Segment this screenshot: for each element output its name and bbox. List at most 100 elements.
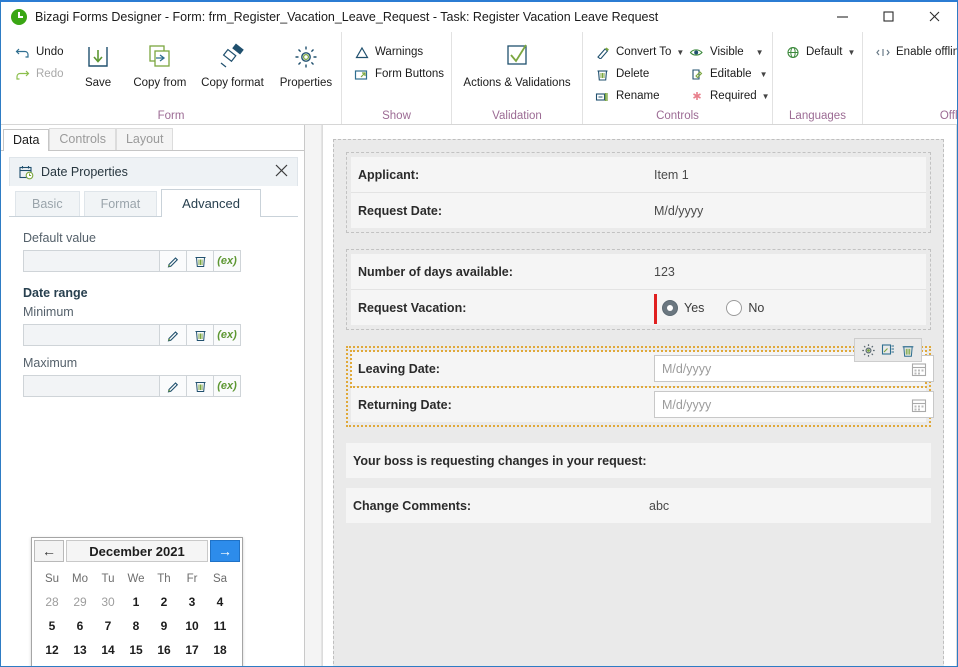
calendar-day[interactable]: 7	[94, 614, 122, 638]
calendar-day[interactable]: 18	[206, 638, 234, 662]
minimize-icon[interactable]	[819, 2, 865, 31]
trash-icon[interactable]	[898, 340, 918, 360]
copy-from-label: Copy from	[133, 77, 187, 89]
calendar-day[interactable]: 23	[150, 662, 178, 666]
calendar-day[interactable]: 10	[178, 614, 206, 638]
default-language-button[interactable]: Default ▼	[777, 41, 862, 63]
edit-pencil-icon[interactable]	[159, 251, 186, 271]
minimum-field[interactable]: (ex)	[23, 324, 241, 346]
form-canvas[interactable]: Applicant: Item 1 Request Date: M/d/yyyy…	[322, 125, 957, 666]
tab-advanced[interactable]: Advanced	[161, 189, 261, 217]
form-row-leaving-date[interactable]: Leaving Date: M/d/yyyy	[350, 338, 934, 388]
warnings-button[interactable]: Warnings	[346, 41, 451, 63]
tab-format[interactable]: Format	[83, 191, 158, 216]
expression-icon[interactable]: (ex)	[213, 251, 240, 271]
calendar-day[interactable]: 20	[66, 662, 94, 666]
enable-offline-button[interactable]: Enable offlin	[867, 41, 957, 63]
tab-controls[interactable]: Controls	[49, 128, 116, 150]
form-group-dates[interactable]: Leaving Date: M/d/yyyy Returning Date: M…	[346, 338, 934, 427]
calendar-day[interactable]: 5	[38, 614, 66, 638]
edit-pencil-icon[interactable]	[159, 325, 186, 345]
maximum-input[interactable]	[24, 376, 159, 396]
copy-from-button[interactable]: Copy from	[126, 38, 194, 89]
form-row-days-available[interactable]: Number of days available: 123	[351, 254, 926, 290]
calendar-day[interactable]: 17	[178, 638, 206, 662]
form-row-boss-message[interactable]: Your boss is requesting changes in your …	[346, 443, 931, 478]
visible-button[interactable]: Visible ▼	[681, 41, 773, 63]
calendar-day[interactable]: 6	[66, 614, 94, 638]
calendar-day[interactable]: 1	[122, 590, 150, 614]
calendar-day[interactable]: 12	[38, 638, 66, 662]
calendar-day[interactable]: 30	[94, 590, 122, 614]
calendar-day[interactable]: 22	[122, 662, 150, 666]
expression-icon[interactable]: (ex)	[213, 325, 240, 345]
form-row-change-comments[interactable]: Change Comments: abc	[346, 488, 931, 523]
form-group-comments[interactable]: Your boss is requesting changes in your …	[346, 443, 931, 523]
form-group-applicant[interactable]: Applicant: Item 1 Request Date: M/d/yyyy	[346, 152, 931, 233]
calendar-day[interactable]: 25	[206, 662, 234, 666]
calendar-day[interactable]: 15	[122, 638, 150, 662]
actions-validations-button[interactable]: Actions & Validations	[452, 38, 582, 89]
trash-icon[interactable]	[186, 251, 213, 271]
rename-button[interactable]: Rename	[587, 85, 681, 107]
default-value-field[interactable]: (ex)	[23, 250, 241, 272]
radio-no[interactable]	[726, 299, 743, 316]
tab-data[interactable]: Data	[3, 129, 50, 151]
calendar-day[interactable]: 8	[122, 614, 150, 638]
tab-layout[interactable]: Layout	[115, 128, 174, 150]
change-comments-label: Change Comments:	[353, 498, 472, 513]
calendar-day[interactable]: 9	[150, 614, 178, 638]
trash-icon[interactable]	[186, 325, 213, 345]
convert-to-button[interactable]: Convert To ▼	[587, 41, 684, 63]
form-row-returning-date[interactable]: Returning Date: M/d/yyyy	[351, 387, 934, 422]
radio-yes[interactable]	[662, 299, 678, 316]
close-icon[interactable]	[911, 2, 957, 31]
tab-basic[interactable]: Basic	[15, 191, 80, 216]
calendar-prev-month-button[interactable]: ←	[34, 540, 64, 562]
calendar-icon[interactable]	[911, 361, 927, 380]
redo-button[interactable]: Redo	[7, 63, 71, 85]
calendar-icon[interactable]	[911, 397, 927, 416]
calendar-day[interactable]: 4	[206, 590, 234, 614]
form-group-vacation[interactable]: Number of days available: 123 Request Va…	[346, 249, 931, 330]
form-row-request-vacation[interactable]: Request Vacation: Yes No	[351, 290, 926, 325]
form-row-applicant[interactable]: Applicant: Item 1	[351, 157, 926, 193]
calendar-day[interactable]: 14	[94, 638, 122, 662]
copy-format-button[interactable]: Copy format	[194, 38, 271, 89]
maximum-field[interactable]: (ex)	[23, 375, 241, 397]
calendar-day[interactable]: 3	[178, 590, 206, 614]
trash-icon[interactable]	[186, 376, 213, 396]
properties-button[interactable]: Properties	[271, 38, 341, 89]
close-icon[interactable]	[274, 163, 289, 181]
calendar-day[interactable]: 16	[150, 638, 178, 662]
control-toolbar[interactable]	[854, 338, 922, 362]
calendar-day[interactable]: 11	[206, 614, 234, 638]
undo-icon	[14, 45, 31, 60]
default-value-input[interactable]	[24, 251, 159, 271]
calendar-week-row: 5 6 7 8 9 10 11	[38, 614, 236, 638]
edit-pencil-icon[interactable]	[159, 376, 186, 396]
request-vacation-radio-group[interactable]: Yes No	[654, 293, 786, 324]
undo-button[interactable]: Undo	[7, 41, 71, 63]
editable-button[interactable]: Editable ▼	[681, 63, 773, 85]
calendar-day[interactable]: 2	[150, 590, 178, 614]
calendar-day[interactable]: 28	[38, 590, 66, 614]
calendar-day[interactable]: 13	[66, 638, 94, 662]
calendar-title[interactable]: December 2021	[66, 540, 208, 562]
gear-icon[interactable]	[858, 340, 878, 360]
delete-button[interactable]: Delete	[587, 63, 681, 85]
calendar-day[interactable]: 21	[94, 662, 122, 666]
returning-date-input[interactable]: M/d/yyyy	[654, 391, 934, 418]
save-button[interactable]: Save	[71, 38, 126, 89]
calendar-day[interactable]: 29	[66, 590, 94, 614]
minimum-input[interactable]	[24, 325, 159, 345]
calendar-next-month-button[interactable]: →	[210, 540, 240, 562]
expression-icon[interactable]: (ex)	[213, 376, 240, 396]
maximize-icon[interactable]	[865, 2, 911, 31]
copy-format-icon[interactable]	[878, 340, 898, 360]
form-buttons-button[interactable]: Form Buttons	[346, 63, 451, 85]
form-row-request-date[interactable]: Request Date: M/d/yyyy	[351, 193, 926, 228]
required-button[interactable]: Required ▼	[681, 85, 773, 107]
calendar-day[interactable]: 19	[38, 662, 66, 666]
calendar-day[interactable]: 24	[178, 662, 206, 666]
